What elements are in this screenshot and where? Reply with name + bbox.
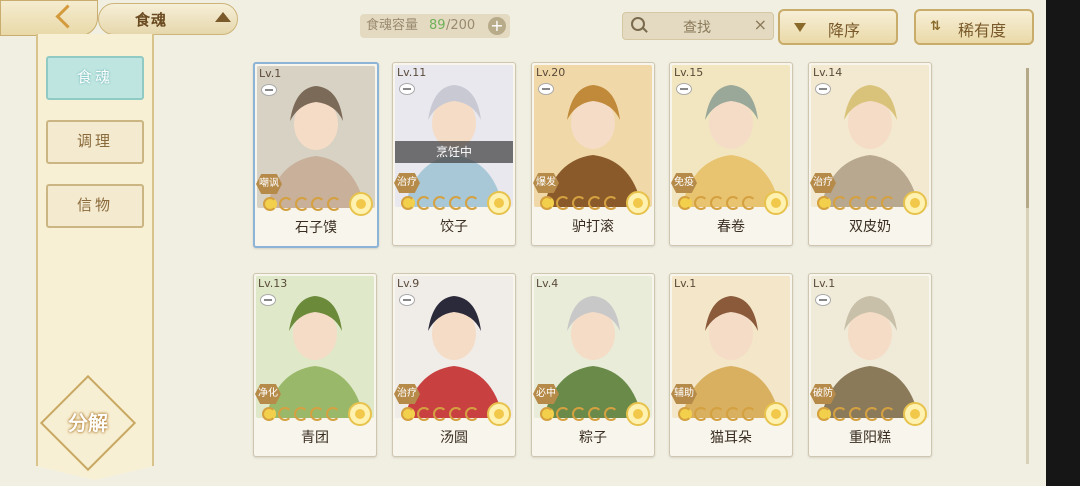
collapse-icon (815, 294, 831, 306)
sort-order-label: 降序 (828, 21, 861, 40)
star-rating (678, 406, 758, 421)
soul-card[interactable]: Lv.1 破防重阳糕 (808, 273, 932, 457)
level-label: Lv.1 (674, 277, 697, 290)
collapse-icon (260, 294, 276, 306)
soul-name: 青团 (301, 430, 329, 446)
level-label: Lv.1 (813, 277, 836, 290)
role-badge: 辅助 (671, 384, 697, 404)
capacity-current: 89 (429, 18, 446, 33)
soul-card[interactable]: Lv.20 爆发驴打滚 (531, 62, 655, 246)
rarity-flower-icon (903, 402, 927, 426)
level-label: Lv.20 (536, 66, 566, 79)
scrollbar[interactable] (1026, 68, 1029, 464)
decompose-label: 分解 (68, 411, 108, 435)
soul-card[interactable]: Lv.14 治疗双皮奶 (808, 62, 932, 246)
soul-card[interactable]: Lv.13 净化青团 (253, 273, 377, 457)
role-badge: 治疗 (394, 384, 420, 404)
page-title: 食魂 (135, 11, 168, 29)
role-badge: 破防 (810, 384, 836, 404)
rarity-flower-icon (626, 191, 650, 215)
add-capacity-button[interactable]: + (488, 17, 506, 35)
hat-icon (215, 12, 231, 22)
page-title-bar: 食魂 (98, 3, 238, 35)
swap-icon: ⇅ (930, 19, 941, 34)
level-label: Lv.11 (397, 66, 427, 79)
soul-name: 重阳糕 (849, 430, 891, 446)
tab-tokens[interactable]: 信物 (46, 184, 144, 228)
search-box[interactable]: 查找 × (622, 12, 774, 40)
soul-name: 粽子 (579, 430, 607, 446)
level-label: Lv.1 (259, 67, 282, 80)
collapse-icon (399, 83, 415, 95)
rarity-flower-icon (626, 402, 650, 426)
role-badge: 免疫 (671, 173, 697, 193)
star-rating (262, 406, 342, 421)
rarity-sort-label: 稀有度 (958, 21, 1007, 40)
star-rating (401, 406, 481, 421)
sort-down-icon (794, 23, 806, 32)
soul-name: 驴打滚 (572, 219, 614, 235)
capacity-label: 食魂容量 (366, 18, 419, 33)
tab-souls[interactable]: 食魂 (46, 56, 144, 100)
capacity-total: /200 (446, 18, 476, 33)
soul-name: 双皮奶 (849, 219, 891, 235)
rarity-flower-icon (903, 191, 927, 215)
star-rating (540, 195, 620, 210)
scrollbar-thumb[interactable] (1026, 68, 1029, 208)
level-label: Lv.9 (397, 277, 420, 290)
level-label: Lv.13 (258, 277, 288, 290)
role-badge: 必中 (533, 384, 559, 404)
star-rating (817, 195, 897, 210)
collapse-icon (399, 294, 415, 306)
rarity-flower-icon (764, 402, 788, 426)
role-badge: 净化 (255, 384, 281, 404)
level-label: Lv.4 (536, 277, 559, 290)
soul-name: 石子馍 (295, 220, 337, 236)
search-icon (631, 17, 645, 31)
star-rating (263, 196, 343, 211)
soul-card[interactable]: Lv.1 辅助猫耳朵 (669, 273, 793, 457)
collapse-icon (676, 83, 692, 95)
tab-conditioning[interactable]: 调理 (46, 120, 144, 164)
soul-card[interactable]: Lv.1 嘲讽石子馍 (253, 62, 379, 248)
capacity-display: 食魂容量 89 /200 + (360, 14, 510, 38)
star-rating (401, 195, 481, 210)
soul-card[interactable]: Lv.15 免疫春卷 (669, 62, 793, 246)
back-button[interactable] (0, 0, 98, 36)
role-badge: 爆发 (533, 173, 559, 193)
soul-name: 汤圆 (440, 430, 468, 446)
star-rating (678, 195, 758, 210)
collapse-icon (538, 83, 554, 95)
soul-name: 春卷 (717, 219, 745, 235)
rarity-flower-icon (487, 402, 511, 426)
role-badge: 嘲讽 (256, 174, 282, 194)
back-arrow-icon (55, 4, 80, 29)
clear-search-button[interactable]: × (754, 15, 767, 34)
level-label: Lv.14 (813, 66, 843, 79)
rarity-flower-icon (487, 191, 511, 215)
rarity-sort-button[interactable]: ⇅ 稀有度 (914, 9, 1034, 45)
collapse-icon (815, 83, 831, 95)
soul-card[interactable]: Lv.11 烹饪中治疗饺子 (392, 62, 516, 246)
soul-name: 猫耳朵 (710, 430, 752, 446)
status-badge: 烹饪中 (395, 141, 513, 163)
star-rating (540, 406, 620, 421)
rarity-flower-icon (348, 402, 372, 426)
soul-card[interactable]: Lv.4 必中粽子 (531, 273, 655, 457)
role-badge: 治疗 (810, 173, 836, 193)
role-badge: 治疗 (394, 173, 420, 193)
collapse-icon (261, 84, 277, 96)
rarity-flower-icon (349, 192, 373, 216)
level-label: Lv.15 (674, 66, 704, 79)
soul-card[interactable]: Lv.9 治疗汤圆 (392, 273, 516, 457)
screen-edge (1046, 0, 1080, 486)
soul-name: 饺子 (440, 219, 468, 235)
search-input[interactable]: 查找 (683, 17, 711, 37)
star-rating (817, 406, 897, 421)
sort-order-button[interactable]: 降序 (778, 9, 898, 45)
rarity-flower-icon (764, 191, 788, 215)
